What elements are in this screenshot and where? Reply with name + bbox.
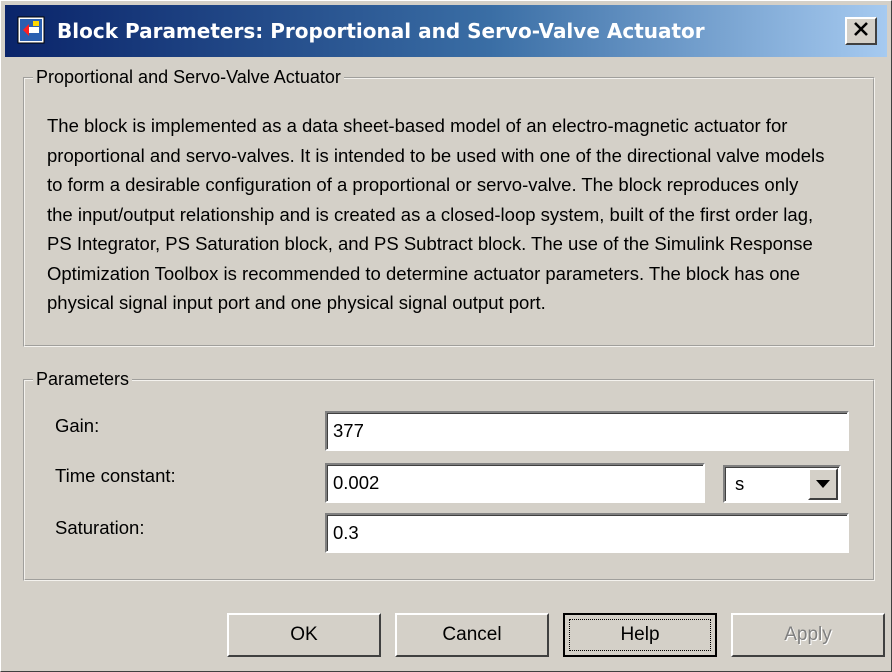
gain-label: Gain: bbox=[55, 415, 100, 436]
simulink-block-icon bbox=[17, 16, 45, 44]
dropdown-arrow-button[interactable] bbox=[808, 468, 838, 500]
time-constant-unit-value: s bbox=[735, 473, 745, 494]
saturation-input[interactable]: 0.3 bbox=[325, 513, 849, 553]
window-title: Block Parameters: Proportional and Servo… bbox=[57, 19, 705, 43]
close-icon bbox=[853, 21, 869, 41]
block-description: The block is implemented as a data sheet… bbox=[47, 115, 825, 313]
help-button[interactable]: Help bbox=[563, 613, 717, 657]
gain-input[interactable]: 377 bbox=[325, 411, 849, 451]
focus-indicator bbox=[569, 619, 711, 651]
title-bar[interactable]: Block Parameters: Proportional and Servo… bbox=[5, 5, 887, 57]
description-group-title: Proportional and Servo-Valve Actuator bbox=[33, 66, 344, 88]
cancel-button[interactable]: Cancel bbox=[395, 613, 549, 657]
block-parameters-dialog: Block Parameters: Proportional and Servo… bbox=[0, 0, 892, 672]
close-button[interactable] bbox=[845, 17, 877, 45]
time-constant-unit-select[interactable]: s bbox=[723, 465, 841, 503]
description-group: Proportional and Servo-Valve Actuator Th… bbox=[23, 66, 875, 347]
time-constant-label: Time constant: bbox=[55, 465, 176, 486]
chevron-down-icon bbox=[816, 475, 830, 493]
parameters-group: Parameters Gain: 377 Time constant: 0.00… bbox=[23, 368, 875, 581]
apply-button[interactable]: Apply bbox=[731, 613, 885, 657]
saturation-label: Saturation: bbox=[55, 517, 145, 538]
parameters-group-title: Parameters bbox=[33, 368, 133, 390]
ok-button[interactable]: OK bbox=[227, 613, 381, 657]
time-constant-input[interactable]: 0.002 bbox=[325, 463, 705, 503]
